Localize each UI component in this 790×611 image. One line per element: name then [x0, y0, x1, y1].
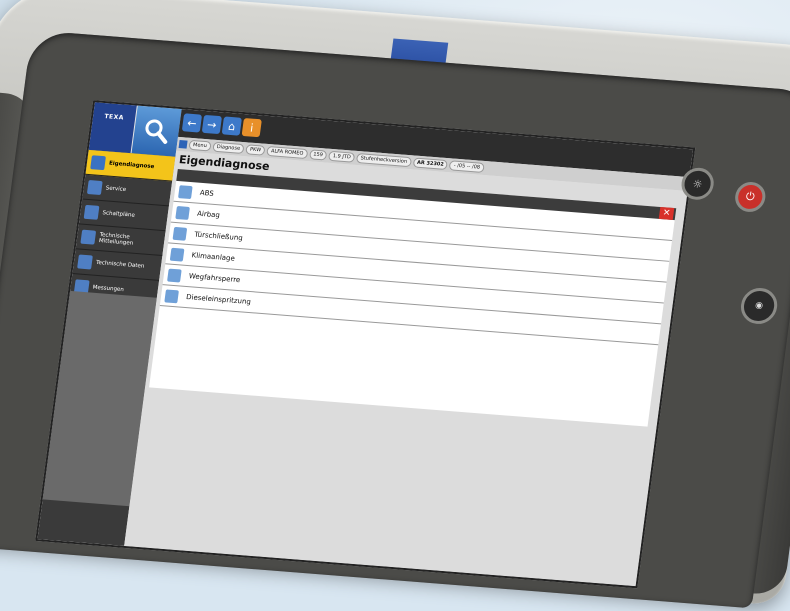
main-content: Eigendiagnose ✕ ABS Airbag Türschließung — [124, 150, 688, 587]
list-item-label: ABS — [199, 188, 215, 198]
airbag-icon — [175, 205, 190, 220]
info-icon: i — [249, 121, 255, 135]
screen: TEXA ← → ⌂ i Menu Diagnose PKW ALFA ROME… — [35, 100, 696, 589]
search-button[interactable] — [131, 105, 182, 157]
sidebar-item-label: Schaltpläne — [102, 210, 136, 219]
list-item-label: Wegfahrsperre — [188, 272, 241, 285]
sidebar-item-label: Technische Mitteilungen — [98, 232, 134, 247]
info-button[interactable]: i — [241, 117, 262, 138]
door-lock-icon — [172, 226, 188, 241]
wrench-icon — [86, 180, 103, 196]
breadcrumb-item[interactable]: Menu — [188, 139, 212, 152]
forward-button[interactable]: → — [201, 114, 223, 135]
data-icon — [77, 254, 93, 270]
breadcrumb-item[interactable]: ALFA ROMEO — [266, 145, 308, 160]
home-button[interactable]: ⌂ — [221, 116, 242, 136]
breadcrumb-item[interactable]: - /05 -- /08 — [449, 160, 485, 173]
breadcrumb-item[interactable]: Diagnose — [212, 141, 245, 155]
diagnostic-tablet: TEXA TEXA ← → ⌂ i Menu Diagnose PKW ALFA… — [0, 0, 790, 609]
diagnosis-icon — [90, 155, 106, 171]
search-icon — [145, 119, 168, 144]
breadcrumb-item[interactable]: 1.9 JTD — [328, 150, 356, 163]
close-button[interactable]: ✕ — [658, 206, 675, 220]
breadcrumb-item[interactable]: 159 — [308, 149, 328, 161]
climate-icon — [169, 247, 185, 262]
app-logo: TEXA — [88, 102, 137, 154]
breadcrumb-item[interactable]: PKW — [245, 144, 266, 156]
home-icon: ⌂ — [227, 119, 237, 133]
immobilizer-icon — [167, 268, 182, 282]
sidebar-item-label: Eigendiagnose — [108, 160, 155, 171]
list-item-label: Airbag — [196, 209, 221, 220]
breadcrumb-home-icon[interactable] — [178, 140, 188, 149]
system-list-panel: ✕ ABS Airbag Türschließung Klimaanlage W… — [149, 168, 677, 427]
list-item-label: Türschließung — [193, 230, 244, 243]
abs-icon — [178, 184, 193, 199]
wiring-diagram-icon — [83, 204, 100, 220]
arrow-right-icon: → — [206, 117, 218, 132]
breadcrumb-item[interactable]: AR 32302 — [412, 157, 449, 171]
sidebar-item-label: Technische Daten — [95, 259, 145, 270]
injection-icon — [164, 288, 180, 303]
close-icon: ✕ — [662, 208, 671, 219]
back-button[interactable]: ← — [181, 113, 203, 133]
sidebar-item-label: Service — [105, 185, 127, 193]
bulletin-icon — [80, 229, 97, 245]
sidebar-item-label: Messungen — [92, 284, 125, 294]
camera-icon: ◉ — [754, 300, 764, 312]
power-icon: ⏻ — [745, 189, 756, 204]
arrow-left-icon: ← — [186, 116, 198, 130]
list-item-label: Dieseleinspritzung — [185, 293, 252, 307]
sun-icon: ☼ — [691, 176, 704, 191]
list-item-label: Klimaanlage — [191, 251, 236, 263]
